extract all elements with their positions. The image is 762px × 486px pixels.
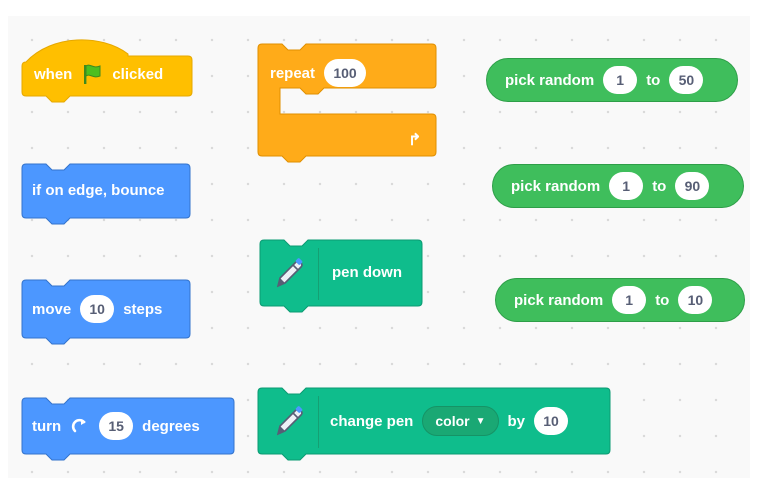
- pick-random-label: pick random: [514, 291, 604, 309]
- move-steps-input[interactable]: 10: [80, 295, 115, 323]
- repeat-count-input[interactable]: 100: [324, 59, 367, 87]
- move-steps-block[interactable]: move 10 steps: [21, 279, 191, 345]
- to-label: to: [646, 71, 661, 89]
- degrees-label: degrees: [142, 417, 200, 435]
- when-label: when: [34, 65, 73, 83]
- pen-param-value: color: [435, 413, 470, 429]
- random-to-input[interactable]: 50: [669, 66, 704, 94]
- caret-down-icon: ▼: [475, 415, 486, 427]
- turn-degrees-input[interactable]: 15: [99, 412, 134, 440]
- random-to-input[interactable]: 10: [678, 286, 713, 314]
- pen-icon: [266, 400, 310, 444]
- by-label: by: [507, 412, 526, 430]
- random-from-input[interactable]: 1: [612, 286, 647, 314]
- if-on-edge-bounce-block[interactable]: if on edge, bounce: [21, 163, 191, 225]
- pen-divider: [318, 248, 319, 300]
- move-label: move: [32, 300, 72, 318]
- pen-down-label: pen down: [332, 264, 402, 281]
- to-label: to: [652, 177, 667, 195]
- to-label: to: [655, 291, 670, 309]
- change-pen-color-block[interactable]: change pen color ▼ by 10: [257, 387, 611, 461]
- pick-random-block-1[interactable]: pick random 1 to 50: [486, 58, 738, 102]
- turn-label: turn: [32, 417, 62, 435]
- pen-icon: [266, 252, 310, 296]
- rotate-clockwise-icon: [70, 416, 90, 436]
- repeat-label: repeat: [270, 64, 316, 82]
- when-flag-clicked-block[interactable]: when clicked: [21, 32, 193, 104]
- pen-param-dropdown[interactable]: color ▼: [422, 406, 499, 436]
- pick-random-label: pick random: [505, 71, 595, 89]
- pen-divider: [318, 396, 319, 448]
- random-to-input[interactable]: 90: [675, 172, 710, 200]
- random-from-input[interactable]: 1: [609, 172, 644, 200]
- scripts-canvas[interactable]: when clicked repeat 100 ↱ pick random 1 …: [8, 16, 750, 478]
- bounce-label: if on edge, bounce: [32, 182, 165, 199]
- turn-degrees-block[interactable]: turn 15 degrees: [21, 397, 235, 461]
- repeat-block[interactable]: repeat 100 ↱: [257, 43, 437, 163]
- steps-label: steps: [123, 300, 163, 318]
- pen-down-block[interactable]: pen down: [259, 239, 423, 313]
- loop-arrow-icon: ↱: [408, 132, 422, 149]
- change-pen-label: change pen: [330, 412, 414, 430]
- change-amount-input[interactable]: 10: [534, 407, 569, 435]
- pick-random-block-3[interactable]: pick random 1 to 10: [495, 278, 745, 322]
- green-flag-icon: [81, 63, 103, 85]
- random-from-input[interactable]: 1: [603, 66, 638, 94]
- pick-random-label: pick random: [511, 177, 601, 195]
- pick-random-block-2[interactable]: pick random 1 to 90: [492, 164, 744, 208]
- clicked-label: clicked: [112, 65, 164, 83]
